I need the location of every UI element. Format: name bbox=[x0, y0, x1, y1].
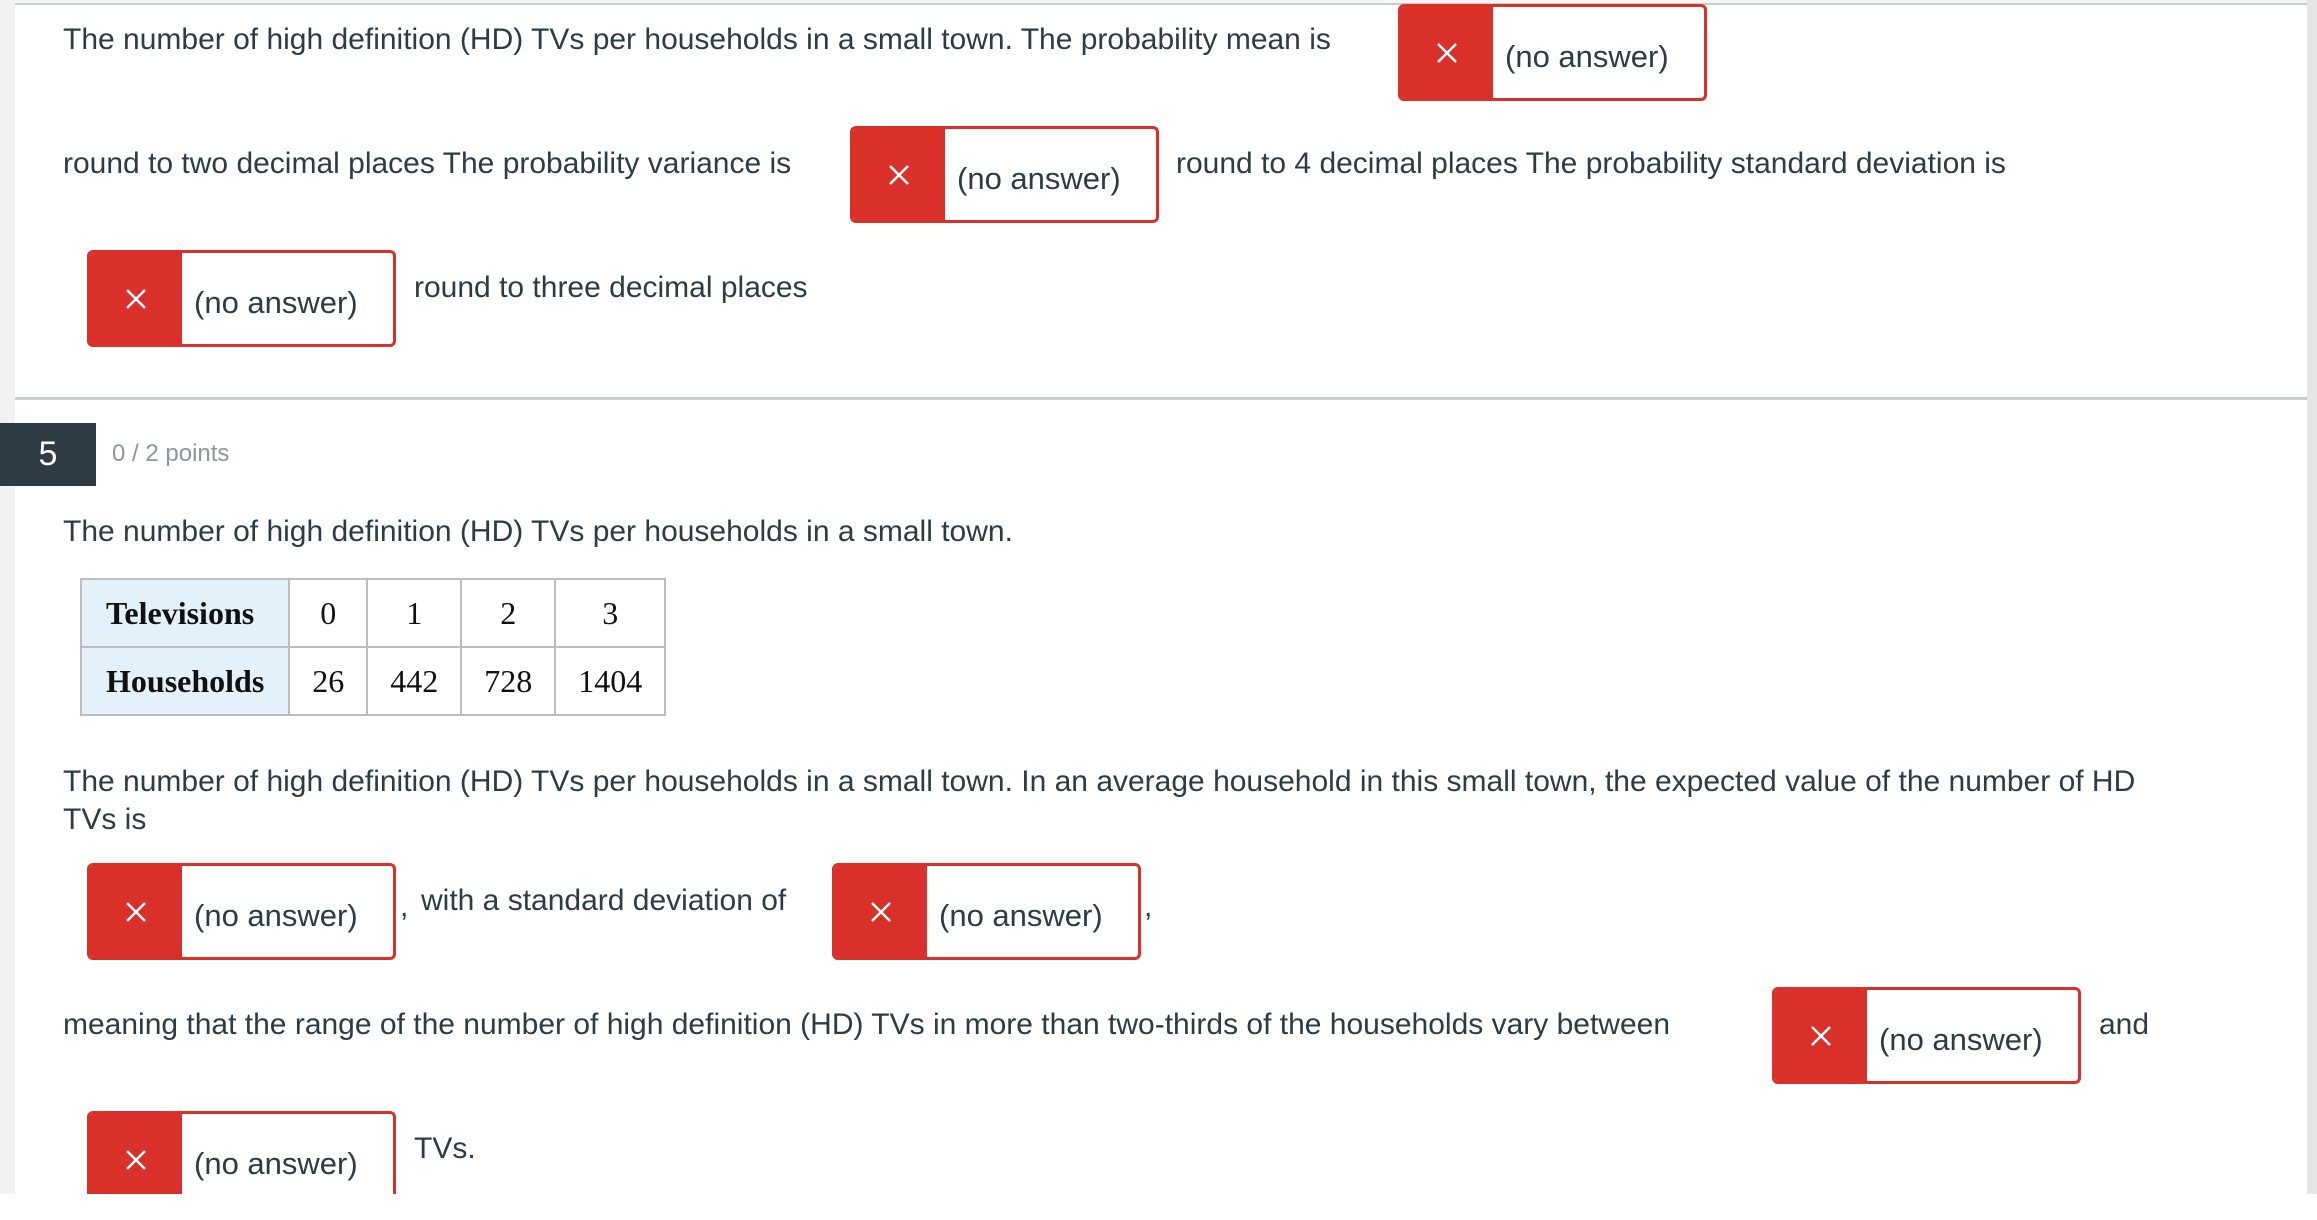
question-intro: The number of high definition (HD) TVs p… bbox=[63, 515, 1013, 548]
answer-value: (no answer) bbox=[939, 897, 1103, 933]
left-gutter bbox=[0, 0, 15, 1194]
close-x-icon bbox=[889, 164, 909, 185]
table-cell: 0 bbox=[288, 578, 369, 648]
close-x-icon bbox=[871, 901, 891, 922]
range-text: meaning that the range of the number of … bbox=[63, 1008, 1671, 1041]
table-cell: 26 bbox=[288, 646, 369, 716]
table-cell: 442 bbox=[366, 646, 463, 716]
answer-value: (no answer) bbox=[957, 160, 1121, 196]
answer-box-sd: (no answer) bbox=[87, 250, 396, 347]
answer-box-expected-value: (no answer) bbox=[87, 863, 396, 960]
question-text-sd: round to 4 decimal places The probabilit… bbox=[1176, 147, 2006, 180]
answer-box-variance: (no answer) bbox=[850, 126, 1159, 223]
incorrect-marker bbox=[90, 866, 182, 957]
answer-box-mean: (no answer) bbox=[1398, 4, 1707, 101]
question-text-variance: round to two decimal places The probabil… bbox=[63, 147, 792, 180]
tv-households-table: Televisions 0 1 2 3 Households 26 442 72… bbox=[79, 578, 667, 716]
incorrect-marker bbox=[853, 129, 945, 220]
paragraph-line-2: TVs is bbox=[63, 803, 147, 836]
incorrect-marker bbox=[835, 866, 927, 957]
incorrect-marker bbox=[90, 1114, 182, 1194]
close-x-icon bbox=[1811, 1025, 1831, 1046]
answer-value: (no answer) bbox=[1879, 1021, 2043, 1057]
answer-box-standard-deviation: (no answer) bbox=[832, 863, 1141, 960]
row-header: Televisions bbox=[79, 578, 291, 648]
comma-1: , bbox=[400, 890, 409, 923]
table-cell: 1 bbox=[366, 578, 463, 648]
answer-box-range-high: (no answer) bbox=[87, 1111, 396, 1194]
table-cell: 3 bbox=[554, 578, 667, 648]
tvs-end-text: TVs. bbox=[414, 1132, 476, 1165]
paragraph-line-1: The number of high definition (HD) TVs p… bbox=[63, 765, 2136, 798]
question-number-badge: 5 bbox=[0, 423, 96, 486]
answer-value: (no answer) bbox=[194, 1145, 358, 1181]
close-x-icon bbox=[1437, 42, 1457, 63]
and-text: and bbox=[2099, 1008, 2150, 1041]
table-cell: 2 bbox=[460, 578, 557, 648]
answer-value: (no answer) bbox=[194, 284, 358, 320]
close-x-icon bbox=[126, 1149, 146, 1170]
incorrect-marker bbox=[1775, 990, 1867, 1081]
answer-box-range-low: (no answer) bbox=[1772, 987, 2081, 1084]
question-text-mean: The number of high definition (HD) TVs p… bbox=[63, 23, 1331, 56]
close-x-icon bbox=[126, 288, 146, 309]
incorrect-marker bbox=[90, 253, 182, 344]
quiz-results-viewport: The number of high definition (HD) TVs p… bbox=[0, 0, 2317, 1194]
question-points: 0 / 2 points bbox=[112, 440, 230, 467]
question-text-end: round to three decimal places bbox=[414, 271, 808, 304]
with-sd-text: with a standard deviation of bbox=[421, 884, 787, 917]
table-row: Households 26 442 728 1404 bbox=[79, 646, 667, 716]
comma-2: , bbox=[1144, 890, 1153, 923]
table-row: Televisions 0 1 2 3 bbox=[79, 578, 667, 648]
answer-value: (no answer) bbox=[1505, 38, 1669, 74]
scrollbar-track[interactable] bbox=[2307, 0, 2317, 1194]
row-header: Households bbox=[79, 646, 291, 716]
incorrect-marker bbox=[1401, 7, 1493, 98]
close-x-icon bbox=[126, 901, 146, 922]
answer-value: (no answer) bbox=[194, 897, 358, 933]
table-cell: 1404 bbox=[554, 646, 667, 716]
table-cell: 728 bbox=[460, 646, 557, 716]
